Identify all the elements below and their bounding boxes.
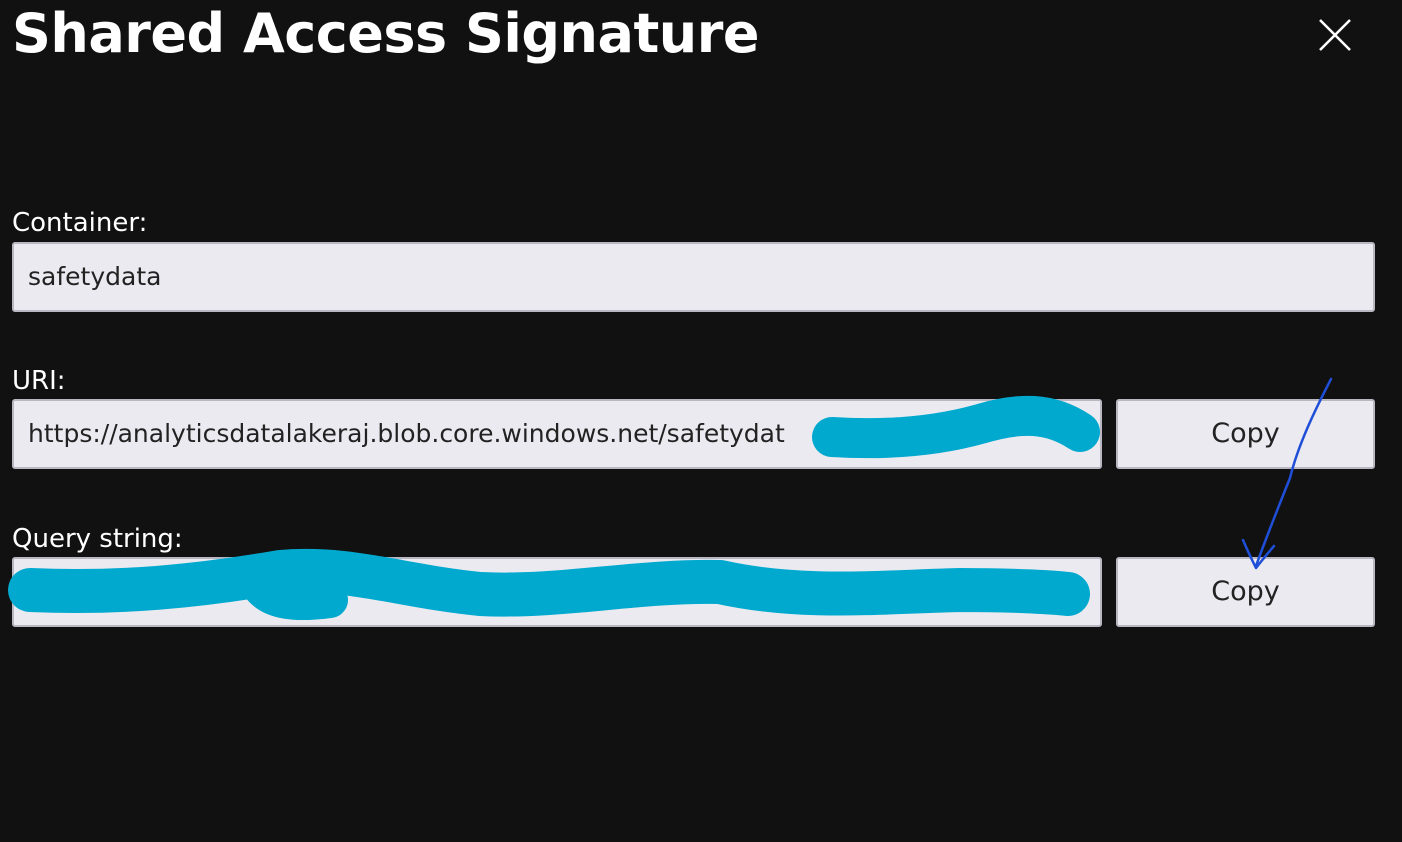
close-button[interactable] (1306, 6, 1364, 64)
container-field[interactable]: safetydata (12, 242, 1375, 312)
sas-dialog: Shared Access Signature Container: safet… (0, 0, 1402, 842)
dialog-title: Shared Access Signature (12, 2, 759, 65)
uri-label: URI: (12, 366, 66, 396)
query-string-label: Query string: (12, 524, 183, 554)
close-icon (1319, 19, 1351, 51)
uri-field[interactable]: https://analyticsdatalakeraj.blob.core.w… (12, 399, 1102, 469)
copy-query-string-button[interactable]: Copy (1116, 557, 1375, 627)
copy-uri-button[interactable]: Copy (1116, 399, 1375, 469)
query-string-field[interactable] (12, 557, 1102, 627)
container-label: Container: (12, 208, 148, 238)
